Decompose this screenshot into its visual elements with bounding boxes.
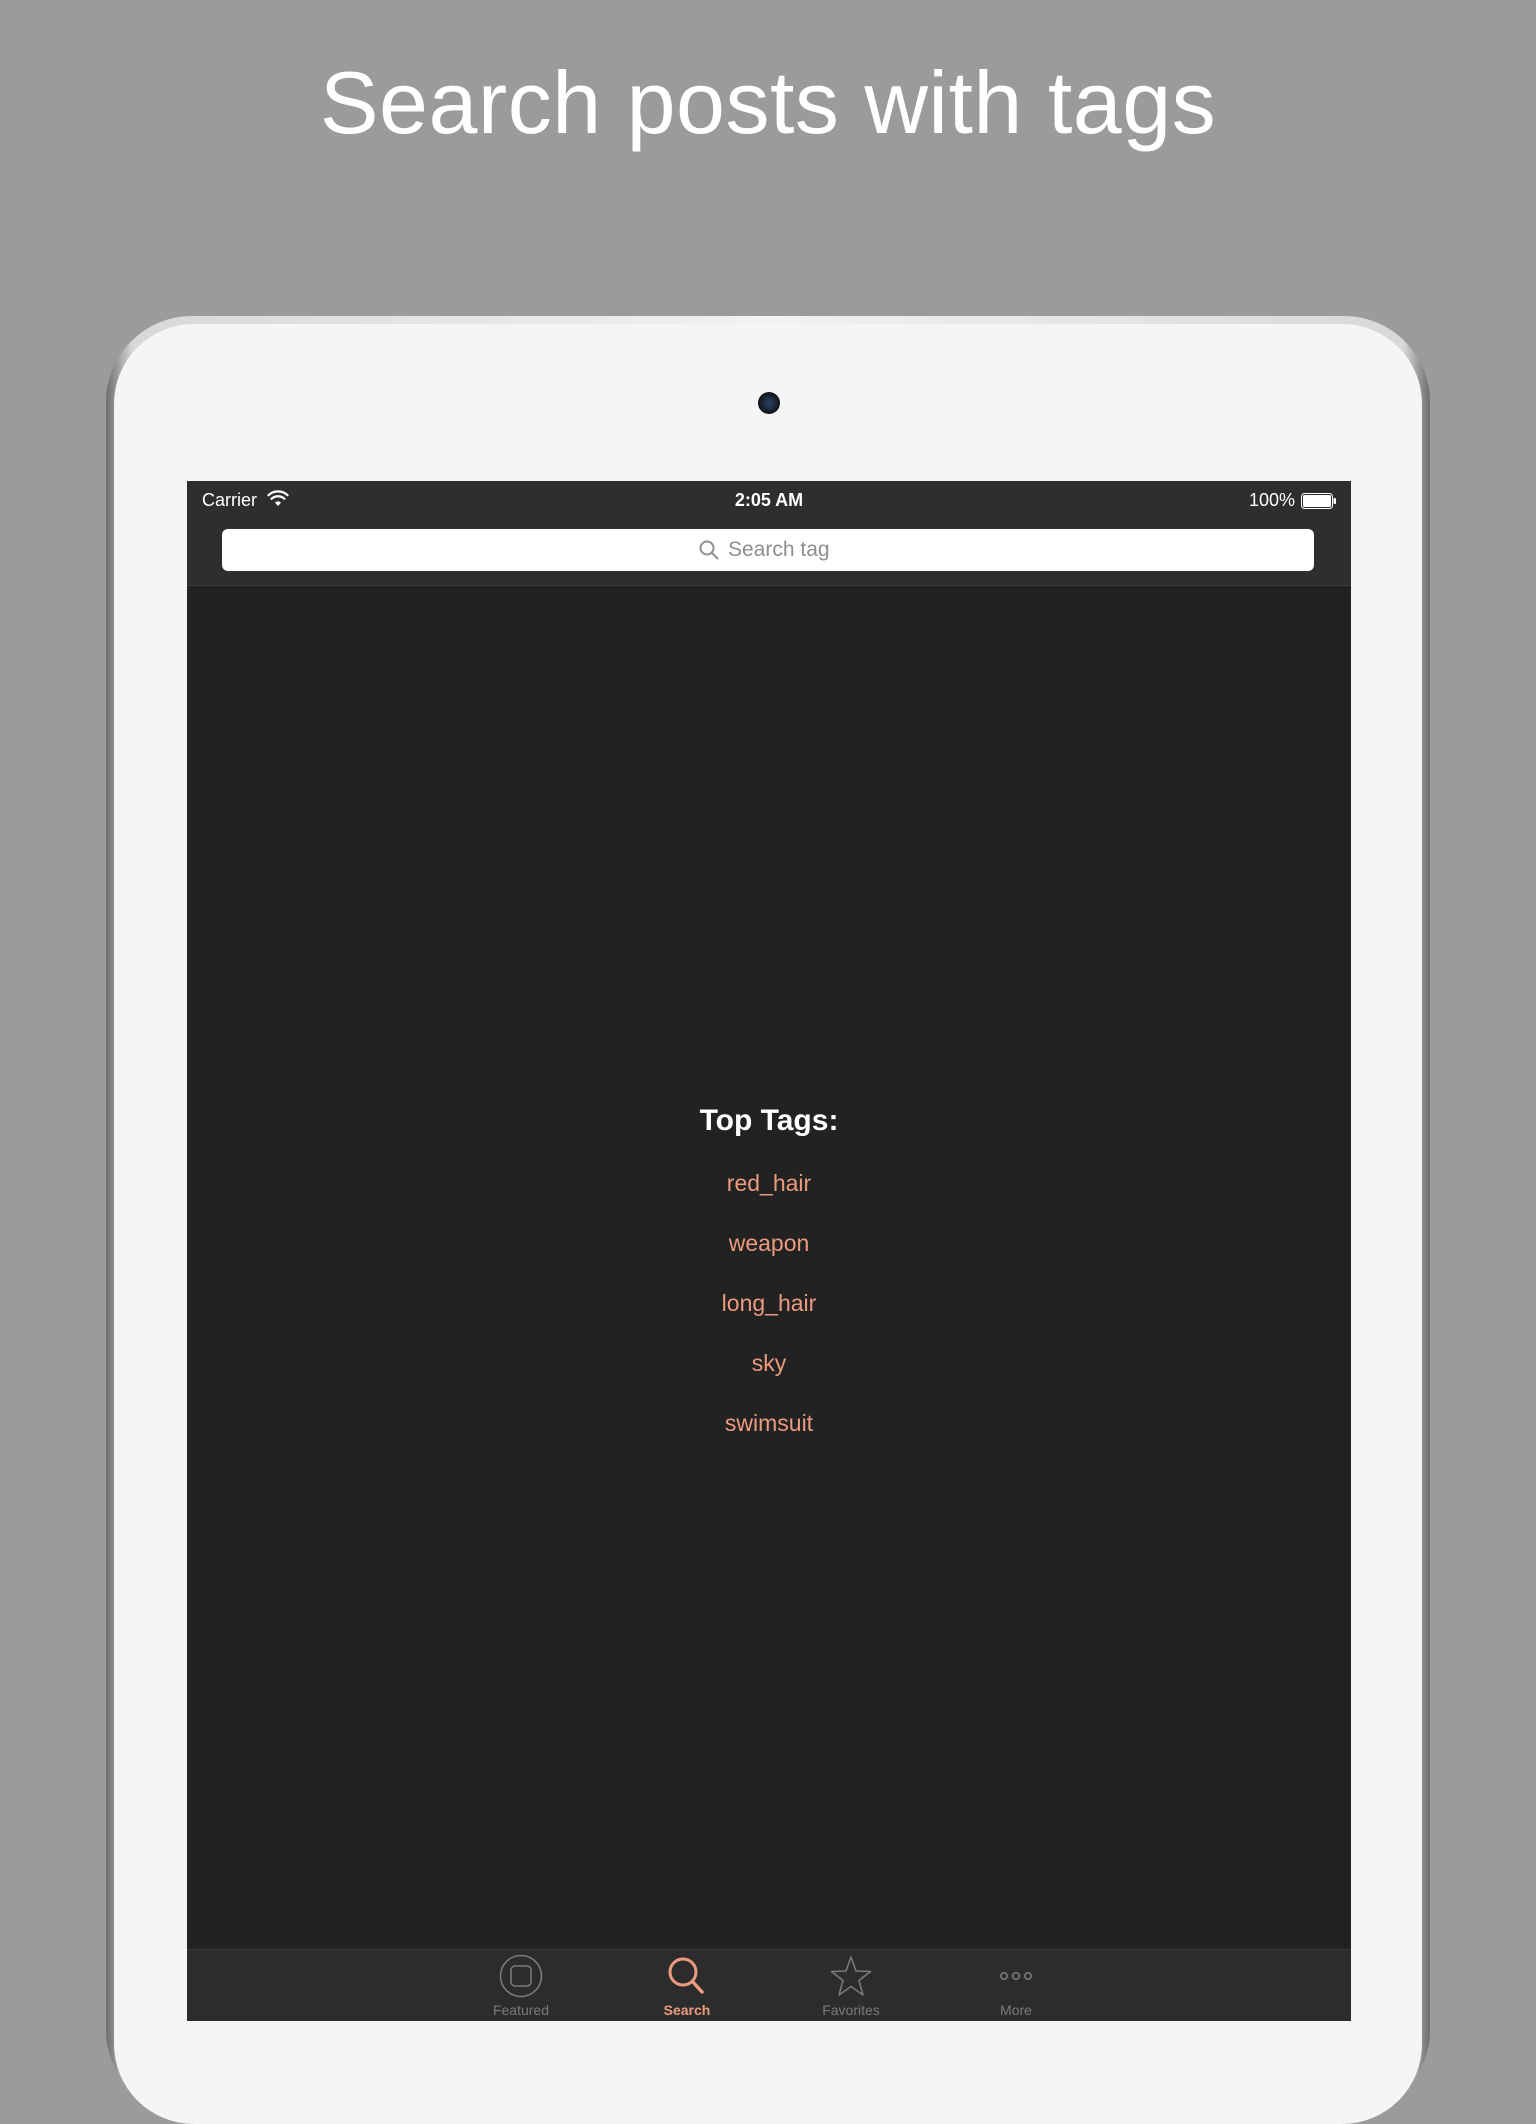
battery-percent: 100%	[1248, 490, 1295, 510]
tab-label: Featured	[492, 2002, 550, 2018]
tag-link[interactable]: weapon	[187, 1227, 1351, 1287]
tab-more[interactable]: More	[956, 1954, 1076, 2021]
more-icon	[1000, 1971, 1032, 1980]
top-tags-title: Top Tags:	[699, 1104, 839, 1137]
tag-list: red_hair weapon long_hair sky swimsuit	[187, 1167, 1351, 1467]
tab-label: Search	[663, 2002, 711, 2018]
tab-bar: Featured Search Favorites More	[187, 1949, 1351, 2021]
top-tags-section: Top Tags: red_hair weapon long_hair sky …	[187, 1099, 1351, 1467]
tab-favorites[interactable]: Favorites	[791, 1954, 911, 2021]
app-screen: Carrier 2:05 AM 100% Top Tags: red_hair …	[187, 481, 1351, 2021]
tag-link[interactable]: swimsuit	[187, 1407, 1351, 1467]
tag-link[interactable]: long_hair	[187, 1287, 1351, 1347]
tag-link[interactable]: sky	[187, 1347, 1351, 1407]
star-icon	[830, 1956, 872, 1996]
search-bar	[187, 521, 1351, 586]
featured-icon	[499, 1954, 543, 1998]
search-input[interactable]	[728, 535, 1228, 565]
status-time: 2:05 AM	[734, 490, 804, 510]
camera-icon	[758, 392, 780, 414]
search-icon	[699, 540, 719, 560]
tag-link[interactable]: red_hair	[187, 1167, 1351, 1227]
tab-search[interactable]: Search	[627, 1954, 747, 2021]
tab-label: Favorites	[822, 2002, 880, 2018]
headline: Search posts with tags	[319, 53, 1217, 152]
status-bar: Carrier 2:05 AM 100%	[187, 481, 1351, 521]
tab-label: More	[1000, 2002, 1032, 2018]
search-icon	[668, 1957, 704, 1994]
tab-featured[interactable]: Featured	[461, 1954, 581, 2021]
search-field[interactable]	[222, 529, 1314, 571]
battery-icon	[1301, 493, 1336, 509]
